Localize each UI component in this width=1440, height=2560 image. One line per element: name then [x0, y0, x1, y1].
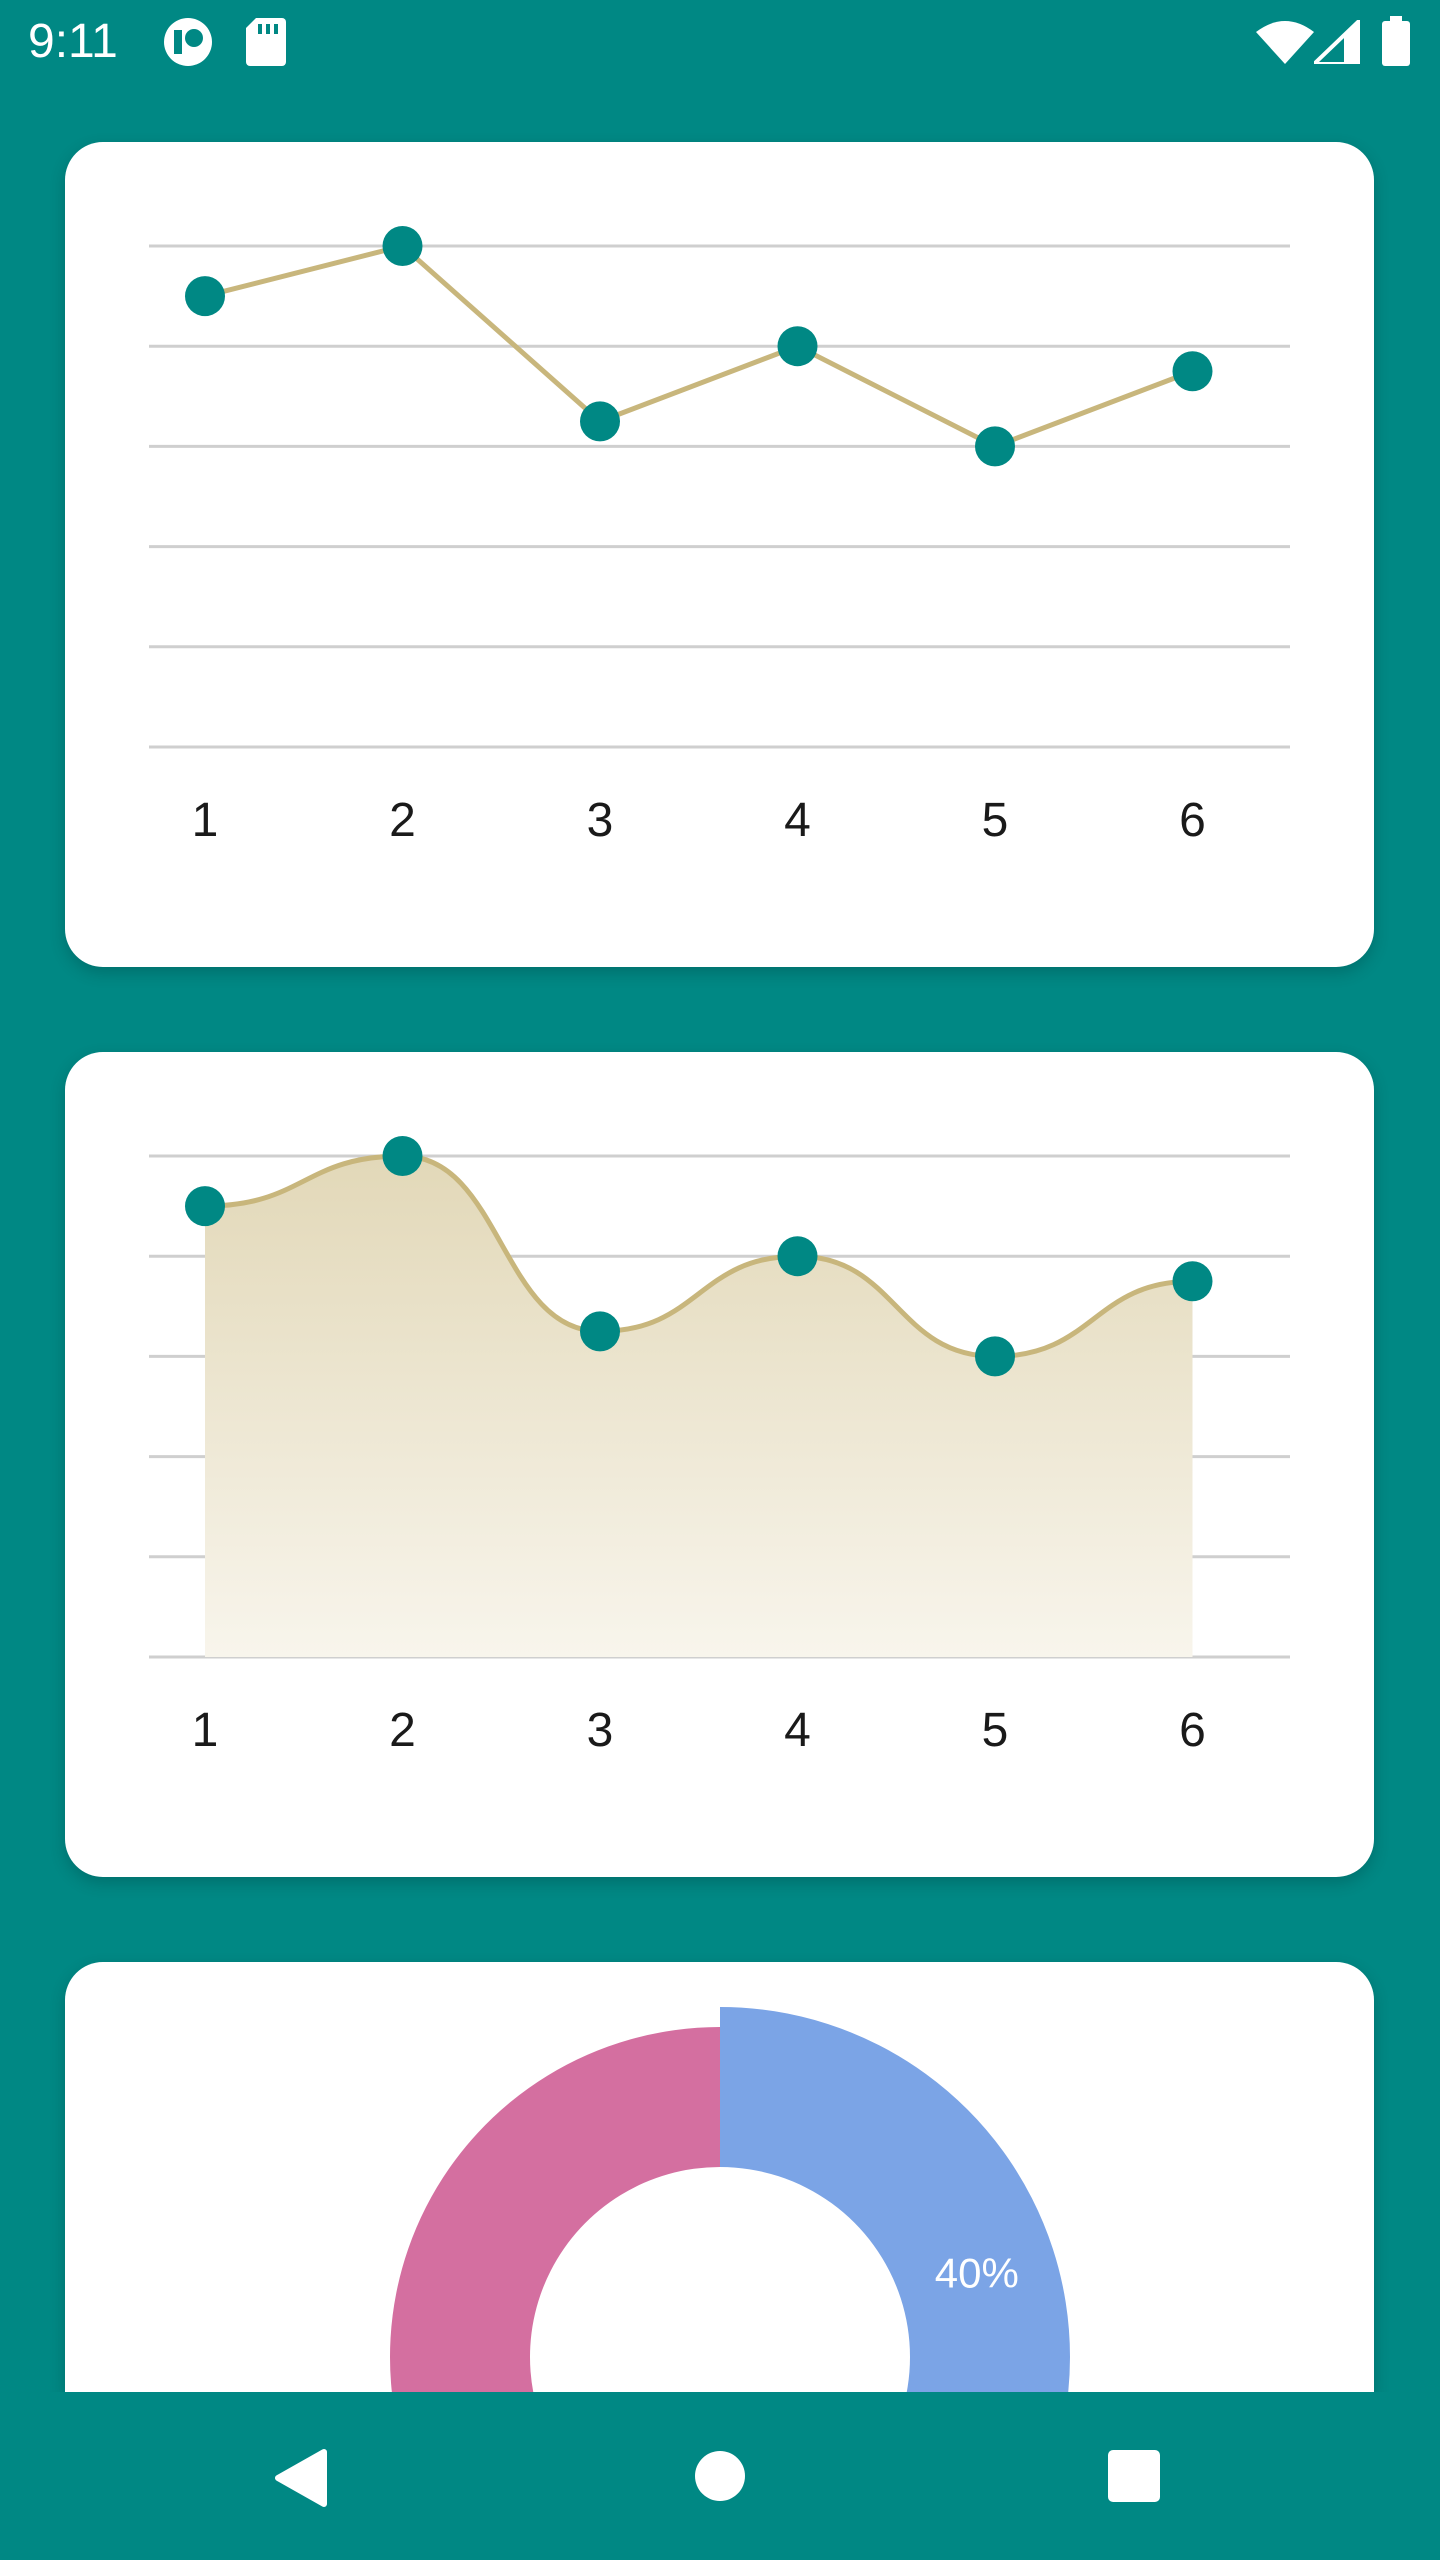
x-tick-label: 5	[982, 1704, 1009, 1757]
data-point-5	[975, 426, 1015, 467]
x-tick-label: 2	[389, 794, 416, 847]
data-point-3	[580, 401, 620, 442]
wifi-icon	[1256, 21, 1314, 64]
back-icon[interactable]	[272, 2448, 328, 2508]
x-tick-label: 1	[192, 1704, 219, 1757]
area-chart: 1 2 3 4 5 6	[149, 1136, 1290, 1757]
donut-slice	[720, 2007, 1070, 2392]
data-point-6	[1172, 1261, 1213, 1302]
x-tick-label: 2	[389, 1704, 416, 1757]
home-icon[interactable]	[694, 2450, 746, 2502]
cell-signal-icon	[1314, 20, 1360, 64]
data-point-3	[580, 1311, 620, 1352]
recents-icon[interactable]	[1108, 2450, 1160, 2502]
sd-card-icon	[246, 18, 286, 66]
navigation-bar	[0, 2392, 1440, 2560]
donut-slice	[390, 2027, 720, 2392]
media-session-icon	[164, 18, 212, 66]
x-tick-label: 1	[192, 794, 219, 847]
line-chart: 1 2 3 4 5 6	[149, 226, 1290, 847]
area-fill	[205, 1156, 1193, 1657]
data-point-1	[185, 276, 225, 317]
data-point-2	[382, 1136, 423, 1176]
data-point-1	[185, 1186, 225, 1227]
x-tick-label: 3	[587, 794, 614, 847]
data-point-6	[1172, 351, 1213, 392]
data-point-2	[382, 226, 423, 266]
data-point-4	[777, 326, 818, 367]
x-tick-label: 3	[587, 1704, 614, 1757]
line-chart-card: 1 2 3 4 5 6	[65, 142, 1374, 967]
status-time: 9:11	[28, 15, 118, 68]
x-tick-label: 4	[784, 794, 811, 847]
status-bar: 9:11	[0, 0, 1440, 84]
donut-chart-card: 40%25%	[65, 1962, 1374, 2392]
x-tick-label: 6	[1179, 794, 1206, 847]
data-point-4	[777, 1236, 818, 1277]
data-point-5	[975, 1336, 1015, 1377]
slice-label: 40%	[935, 2250, 1019, 2297]
x-tick-label: 5	[982, 794, 1009, 847]
area-chart-card: 1 2 3 4 5 6	[65, 1052, 1374, 1877]
donut-chart: 40%25%	[390, 2007, 1070, 2392]
x-tick-label: 4	[784, 1704, 811, 1757]
battery-icon	[1382, 16, 1410, 66]
x-tick-label: 6	[1179, 1704, 1206, 1757]
